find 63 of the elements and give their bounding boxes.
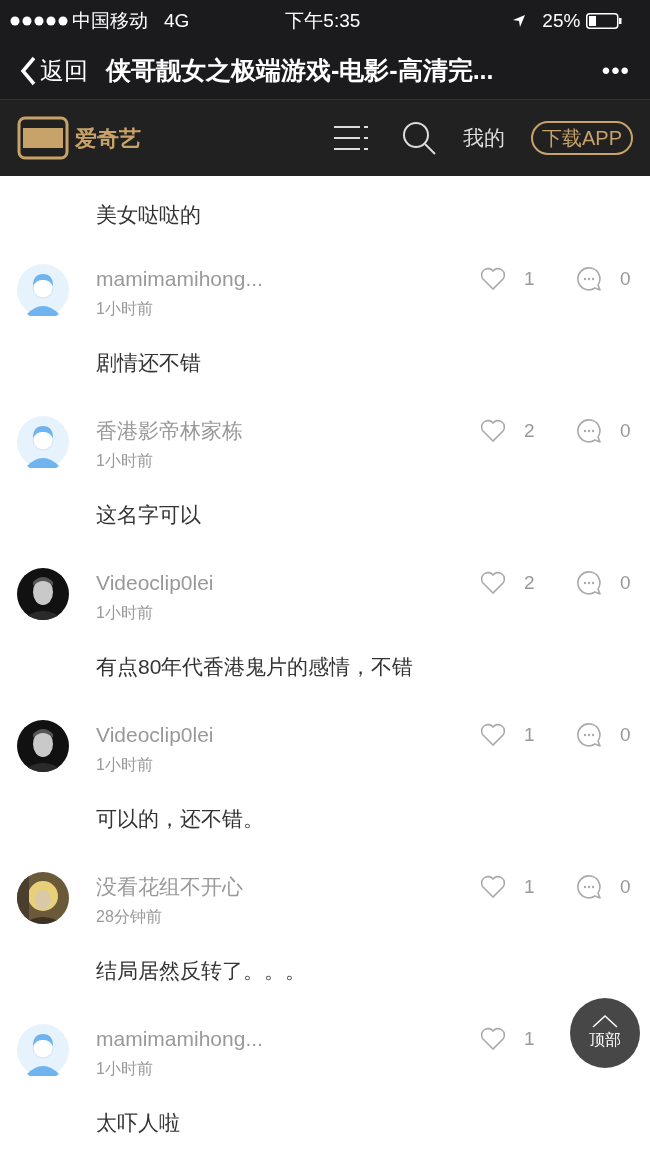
comment-text: 有点80年代香港鬼片的感情，不错 (96, 655, 414, 678)
comment-icon[interactable] (576, 266, 602, 292)
username[interactable]: mamimamihong... (96, 1024, 263, 1054)
search-icon[interactable] (400, 120, 437, 156)
status-time: 下午5:35 (285, 8, 361, 33)
comment-text: 结局居然反转了。。。 (96, 959, 306, 982)
comment-icon[interactable] (576, 570, 602, 596)
menu-icon[interactable] (332, 124, 369, 152)
avatar-icon (17, 1024, 69, 1076)
comment-time: 1小时前 (96, 299, 154, 319)
more-button[interactable]: ••• (601, 52, 630, 89)
comment-icon[interactable] (576, 874, 602, 900)
battery-percent: 25% (542, 8, 581, 33)
comment-time: 1小时前 (96, 451, 154, 471)
page-title: 侠哥靓女之极端游戏-电影-高清完... (106, 54, 494, 86)
back-to-top-button[interactable]: 顶部 (570, 998, 640, 1068)
username[interactable]: mamimamihong... (96, 264, 263, 294)
username[interactable]: Videoclip0lei (96, 720, 214, 750)
reply-count: 0 (620, 266, 631, 291)
like-count: 1 (524, 1026, 535, 1051)
comment-icon[interactable] (576, 418, 602, 444)
battery-icon (586, 13, 623, 29)
comment-text: 剧情还不错 (96, 351, 201, 374)
reply-count: 0 (620, 570, 631, 595)
reply-count: 0 (620, 874, 631, 899)
heart-icon[interactable] (480, 571, 506, 595)
location-icon (512, 14, 527, 28)
download-app-button[interactable]: 下载APP (530, 121, 633, 155)
heart-icon[interactable] (480, 723, 506, 747)
chevron-left-icon (20, 55, 36, 86)
comment-time: 28分钟前 (96, 907, 163, 927)
like-count: 1 (524, 266, 535, 291)
avatar-icon (17, 416, 69, 468)
reply-count: 0 (620, 418, 631, 443)
comment-time: 1小时前 (96, 603, 154, 623)
comment-text: 美女哒哒的 (96, 202, 201, 228)
comment-time: 1小时前 (96, 755, 154, 775)
logo-icon (17, 116, 69, 160)
my-link[interactable]: 我的 (462, 122, 505, 154)
like-count: 2 (524, 418, 535, 443)
heart-icon[interactable] (480, 419, 506, 443)
reply-count: 0 (620, 722, 631, 747)
chevron-up-icon (591, 1014, 619, 1028)
username[interactable]: 香港影帝林家栋 (96, 416, 243, 446)
heart-icon[interactable] (480, 1027, 506, 1051)
heart-icon[interactable] (480, 875, 506, 899)
network-type: 4G (164, 8, 190, 33)
comment-icon[interactable] (576, 722, 602, 748)
logo-text: 爱奇艺 (75, 124, 141, 153)
carrier-name: 中国移动 (72, 8, 148, 33)
heart-icon[interactable] (480, 267, 506, 291)
comment-text: 可以的，还不错。 (96, 807, 264, 830)
comment-text: 这名字可以 (96, 503, 201, 526)
back-button[interactable]: 返回 (20, 52, 88, 89)
like-count: 1 (524, 722, 535, 747)
username[interactable]: 没看花组不开心 (96, 872, 243, 902)
like-count: 1 (524, 874, 535, 899)
signal-icon (10, 16, 68, 26)
avatar-icon (17, 264, 69, 316)
like-count: 2 (524, 570, 535, 595)
comment-text: 太吓人啦 (96, 1111, 180, 1134)
username[interactable]: Videoclip0lei (96, 568, 214, 598)
comment-time: 1小时前 (96, 1059, 154, 1079)
